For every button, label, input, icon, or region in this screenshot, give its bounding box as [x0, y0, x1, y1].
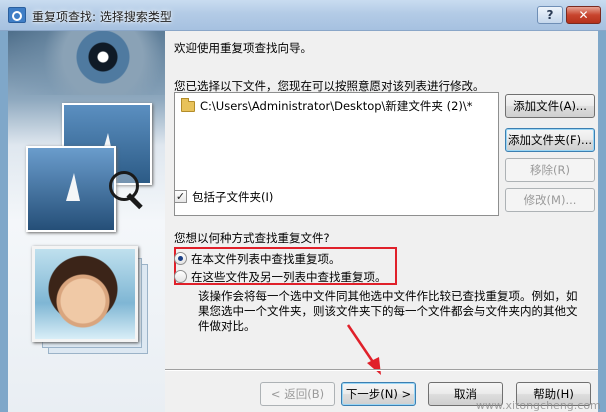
option-label-another-list[interactable]: 在这些文件及另一列表中查找重复项。 — [191, 269, 387, 285]
portrait-photo-stack — [28, 246, 148, 354]
list-item[interactable]: C:\Users\Administrator\Desktop\新建文件夹 (2)… — [181, 97, 473, 114]
sailboat-photo-back — [26, 146, 116, 232]
next-button[interactable]: 下一步(N) > — [341, 382, 416, 406]
option-radio-another-list[interactable] — [174, 270, 187, 283]
include-subfolders-checkbox[interactable]: ✓ — [174, 190, 187, 203]
file-path: C:\Users\Administrator\Desktop\新建文件夹 (2)… — [200, 99, 473, 113]
help-title-button[interactable]: ? — [537, 6, 563, 24]
edit-button[interactable]: 修改(M)... — [505, 188, 595, 212]
option-radio-this-list[interactable] — [174, 252, 187, 265]
close-button[interactable]: ✕ — [566, 6, 601, 24]
title-bar: 重复项查找: 选择搜索类型 ? ✕ — [0, 0, 606, 31]
wizard-client-area: 欢迎使用重复项查找向导。 您已选择以下文件，您现在可以按照意愿对该列表进行修改。… — [8, 31, 601, 412]
add-file-button[interactable]: 添加文件(A)... — [505, 94, 595, 118]
back-button[interactable]: < 返回(B) — [260, 382, 335, 406]
watermark-text: www.xitongcheng.com — [476, 399, 601, 412]
wizard-side-illustration — [8, 31, 165, 412]
remove-button[interactable]: 移除(R) — [505, 158, 595, 182]
folder-icon — [181, 97, 195, 112]
window-title: 重复项查找: 选择搜索类型 — [32, 10, 172, 24]
portrait-photo — [32, 246, 138, 342]
welcome-text: 欢迎使用重复项查找向导。 — [174, 41, 312, 55]
app-icon — [8, 7, 26, 23]
footer-divider — [165, 369, 598, 371]
eye-image — [8, 31, 165, 95]
option-label-this-list[interactable]: 在本文件列表中查找重复项。 — [191, 251, 341, 267]
include-subfolders-label: 包括子文件夹(I) — [192, 190, 274, 204]
search-question-text: 您想以何种方式查找重复文件? — [174, 231, 330, 245]
add-folder-button[interactable]: 添加文件夹(F)... — [505, 128, 595, 152]
annotation-arrow — [346, 324, 381, 375]
magnifier-icon — [109, 171, 139, 201]
